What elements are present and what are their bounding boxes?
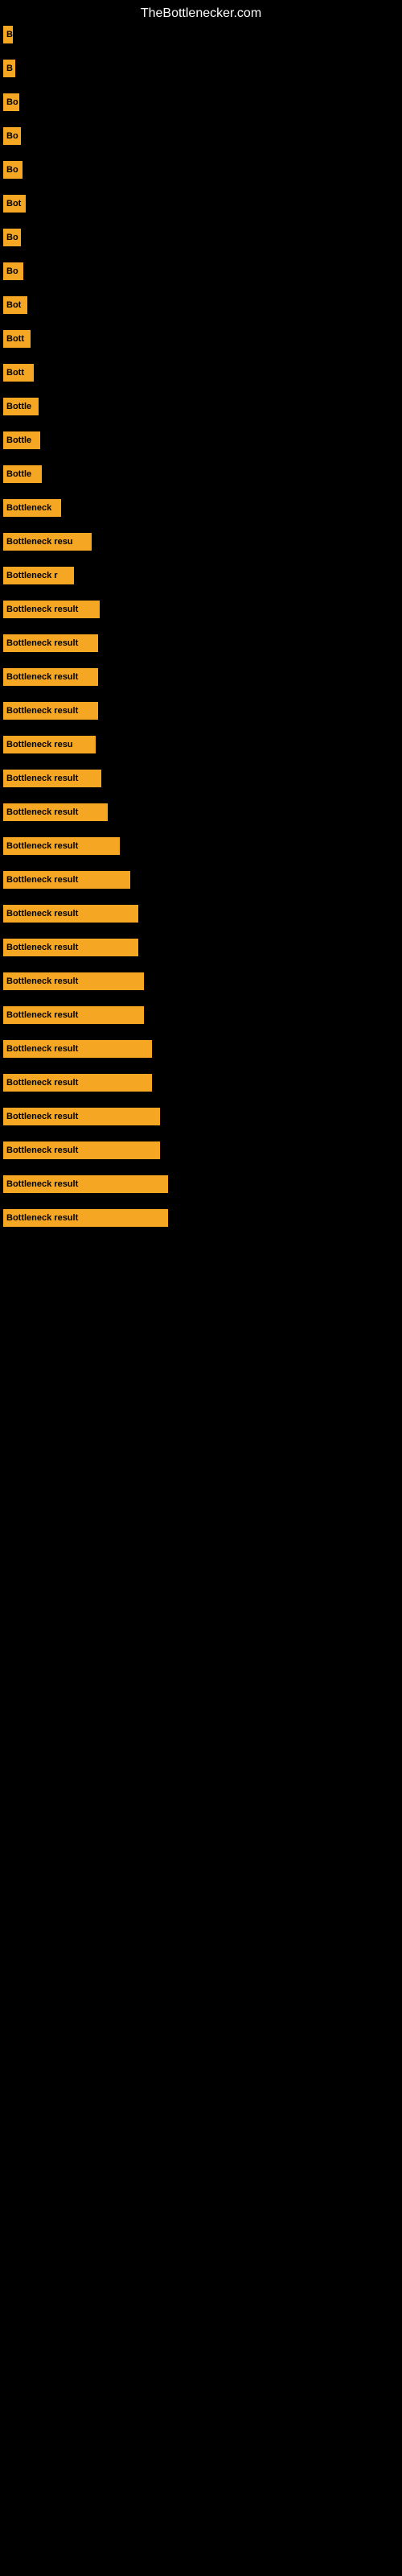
bar-row: B [0,45,402,79]
page-container: TheBottlenecker.com BB Bo Bo Bo Bot Bo Bo Bot Bo… [0,0,402,1228]
bar-row: Bottle [0,383,402,417]
result-bar: Bo [3,127,21,145]
result-bar: Bottleneck result [3,668,98,686]
result-bar: Bottleneck result [3,1209,168,1227]
result-bar: Bottle [3,465,42,483]
bar-row: Bottleneck result [0,823,402,857]
bar-row: Bottle [0,451,402,485]
result-bar: Bottleneck result [3,1175,168,1193]
result-bar: Bottleneck result [3,702,98,720]
result-bar: Bo [3,229,21,246]
result-bar: Bott [3,330,31,348]
result-bar: Bottleneck result [3,1040,152,1058]
result-bar: Bottleneck result [3,770,101,787]
bar-row: Bo [0,214,402,248]
result-bar: Bottleneck result [3,939,138,956]
result-bar: Bottleneck result [3,601,100,618]
bar-row: Bo [0,113,402,147]
bar-row: Bottleneck [0,485,402,518]
bar-row: Bottle [0,417,402,451]
bar-row: Bottleneck r [0,552,402,586]
result-bar: Bottleneck result [3,871,130,889]
result-bar: Bottleneck result [3,1074,152,1092]
bar-row: Bottleneck result [0,958,402,992]
bar-row: Bottleneck result [0,620,402,654]
bar-row: Bottleneck result [0,1093,402,1127]
bar-row: Bot [0,282,402,316]
result-bar: Bottleneck result [3,837,120,855]
bar-row: B [0,24,402,45]
bar-row: Bott [0,316,402,349]
result-bar: Bottleneck result [3,1006,144,1024]
bar-row: Bottleneck result [0,992,402,1026]
result-bar: Bot [3,296,27,314]
result-bar: Bo [3,93,19,111]
result-bar: Bott [3,364,34,382]
result-bar: Bottleneck [3,499,61,517]
bar-row: Bottleneck result [0,1195,402,1228]
result-bar: Bo [3,262,23,280]
bar-row: Bo [0,79,402,113]
bar-row: Bottleneck result [0,1127,402,1161]
bar-row: Bottleneck result [0,1059,402,1093]
bar-row: Bottleneck result [0,789,402,823]
bar-row: Bot [0,180,402,214]
bars-container: BB Bo Bo Bo Bot Bo Bo Bot Bott Bott Bottle Bottle Bo… [0,24,402,1228]
bar-row: Bottleneck result [0,1026,402,1059]
site-title: TheBottlenecker.com [0,0,402,24]
result-bar: Bottleneck resu [3,736,96,753]
bar-row: Bottleneck result [0,857,402,890]
bar-row: Bottleneck result [0,687,402,721]
result-bar: B [3,60,15,77]
result-bar: Bo [3,161,23,179]
result-bar: Bottleneck result [3,1108,160,1125]
bar-row: Bottleneck result [0,654,402,687]
bar-row: Bottleneck result [0,890,402,924]
bar-row: Bott [0,349,402,383]
result-bar: Bot [3,195,26,213]
result-bar: Bottleneck result [3,1141,160,1159]
result-bar: Bottle [3,431,40,449]
result-bar: Bottleneck result [3,634,98,652]
bar-row: Bottleneck result [0,924,402,958]
bar-row: Bo [0,248,402,282]
bar-row: Bottleneck result [0,1161,402,1195]
result-bar: Bottleneck resu [3,533,92,551]
bar-row: Bottleneck result [0,755,402,789]
bar-row: Bo [0,147,402,180]
result-bar: Bottleneck result [3,803,108,821]
bar-row: Bottleneck resu [0,721,402,755]
result-bar: Bottleneck result [3,905,138,923]
result-bar: Bottleneck result [3,972,144,990]
result-bar: Bottleneck r [3,567,74,584]
result-bar: Bottle [3,398,39,415]
bar-row: Bottleneck result [0,586,402,620]
bar-row: Bottleneck resu [0,518,402,552]
result-bar: B [3,26,13,43]
